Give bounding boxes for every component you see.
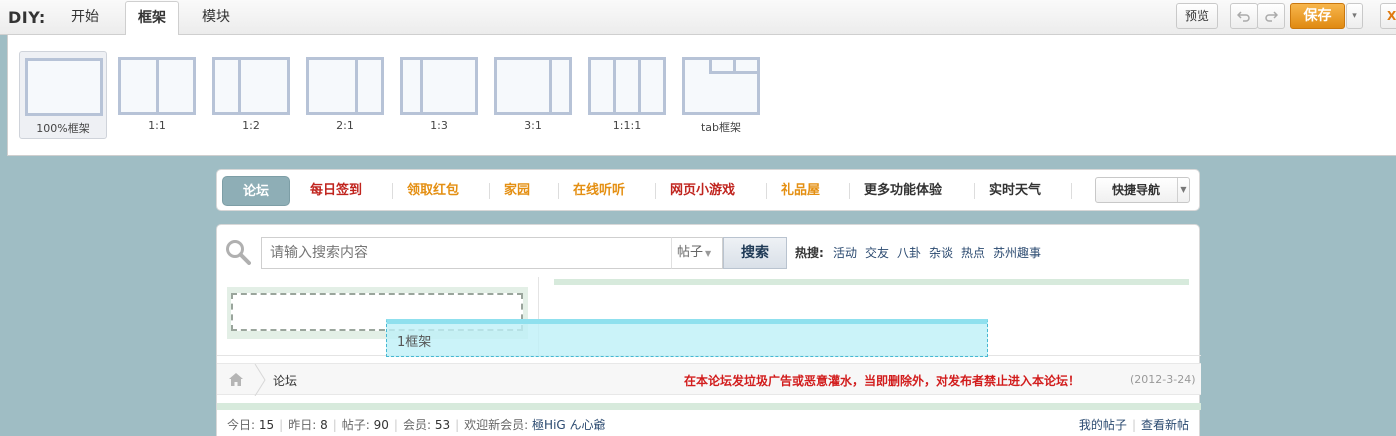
search-input[interactable] <box>261 237 671 269</box>
yesterday-value: 8 <box>320 418 328 432</box>
search-button[interactable]: 搜索 <box>723 237 787 269</box>
nav-separator <box>1071 183 1072 199</box>
quick-nav-label: 快捷导航 <box>1112 183 1161 197</box>
dragging-frame-ghost[interactable]: 1框架 <box>386 319 988 357</box>
save-menu-button[interactable]: ▾ <box>1346 3 1363 29</box>
hot-search-link[interactable]: 活动 <box>833 244 857 261</box>
hot-search-link[interactable]: 热点 <box>961 244 985 261</box>
forum-nav-bar: 论坛 每日签到 领取红包 家园 在线听听 网页小游戏 礼品屋 更多功能体验 实时… <box>216 169 1200 211</box>
search-icon <box>226 240 251 265</box>
hot-search-label: 热搜: <box>795 246 824 260</box>
nav-separator <box>766 183 767 199</box>
frame-caption: 100%框架 <box>36 122 90 135</box>
chevron-down-icon: ▼ <box>705 249 712 258</box>
tab-frame[interactable]: 框架 <box>125 1 179 36</box>
frame-caption: 1:2 <box>242 119 260 132</box>
frame-option-100[interactable]: 100%框架 <box>19 51 107 139</box>
undo-button[interactable] <box>1230 3 1258 29</box>
nav-item-online-listen[interactable]: 在线听听 <box>563 176 635 206</box>
preview-button[interactable]: 预览 <box>1176 3 1218 29</box>
breadcrumb: 论坛 在本论坛发垃圾广告或恶意灌水，当即删除外，对发布者禁止进入本论坛！ (20… <box>217 363 1201 396</box>
frame-caption: 3:1 <box>524 119 542 132</box>
frame-caption: 1:3 <box>430 119 448 132</box>
breadcrumb-separator-icon <box>254 364 266 396</box>
nav-item-gift-house[interactable]: 礼品屋 <box>771 176 830 206</box>
nav-item-daily-checkin[interactable]: 每日签到 <box>300 176 372 206</box>
frame-2-1-icon <box>306 57 384 115</box>
my-posts-link[interactable]: 我的帖子 <box>1079 418 1127 432</box>
hot-search-link[interactable]: 八卦 <box>897 244 921 261</box>
tab-module[interactable]: 模块 <box>190 1 242 35</box>
frame-caption: 1:1 <box>148 119 166 132</box>
nav-item-home[interactable]: 家园 <box>494 176 540 206</box>
nav-separator <box>974 183 975 199</box>
hot-search-link[interactable]: 交友 <box>865 244 889 261</box>
posts-value: 90 <box>373 418 389 432</box>
frame-option-3-1[interactable]: 3:1 <box>489 51 577 139</box>
home-icon[interactable] <box>229 373 243 386</box>
diy-drop-zone-right[interactable] <box>554 279 1189 285</box>
nav-separator <box>392 183 393 199</box>
frame-option-tab[interactable]: tab框架 <box>677 51 765 139</box>
notice-date: (2012-3-24) <box>1130 373 1196 386</box>
nav-item-red-packet[interactable]: 领取红包 <box>397 176 469 206</box>
hot-search-link[interactable]: 苏州趣事 <box>993 244 1041 261</box>
search-type-label: 帖子 <box>677 245 704 260</box>
forum-stats: 今日: 15 | 昨日: 8 | 帖子: 90 | 会员: 53 | 欢迎新会员: 極HiG ん… <box>227 418 606 432</box>
frame-option-2-1[interactable]: 2:1 <box>301 51 389 139</box>
frame-picker-panel: 100%框架 1:1 1:2 2:1 1:3 3:1 1:1:1 tab框架 <box>7 35 1396 156</box>
quick-nav-button[interactable]: 快捷导航 ▼ <box>1095 177 1190 203</box>
green-strip <box>217 403 1201 410</box>
yesterday-label: 昨日: <box>288 418 317 432</box>
search-type-select[interactable]: 帖子 ▼ <box>671 237 723 269</box>
frame-100-icon <box>25 58 103 116</box>
nav-separator <box>655 183 656 199</box>
frame-1-1-icon <box>118 57 196 115</box>
members-value: 53 <box>434 418 451 432</box>
nav-separator <box>489 183 490 199</box>
frame-tab-icon <box>682 57 760 115</box>
frame-caption: 1:1:1 <box>612 119 642 132</box>
frame-1-2-icon <box>212 57 290 115</box>
today-value: 15 <box>258 418 275 432</box>
chevron-down-icon: ▼ <box>1177 178 1189 202</box>
members-label: 会员: <box>402 418 432 432</box>
user-links: 我的帖子 | 查看新帖 <box>1078 418 1189 432</box>
hot-search-link[interactable]: 杂谈 <box>929 244 953 261</box>
nav-item-weather[interactable]: 实时天气 <box>979 176 1051 206</box>
frame-option-1-1-1[interactable]: 1:1:1 <box>583 51 671 139</box>
nav-item-web-games[interactable]: 网页小游戏 <box>660 176 745 206</box>
frame-option-1-2[interactable]: 1:2 <box>207 51 295 139</box>
diy-toolbar: DIY: 开始 框架 模块 预览 保存 ▾ X <box>0 0 1396 36</box>
new-posts-link[interactable]: 查看新帖 <box>1141 418 1189 432</box>
frame-caption: tab框架 <box>700 121 742 134</box>
frame-3-1-icon <box>494 57 572 115</box>
breadcrumb-forum-link[interactable]: 论坛 <box>273 372 297 389</box>
frame-option-1-3[interactable]: 1:3 <box>395 51 483 139</box>
forum-notice[interactable]: 在本论坛发垃圾广告或恶意灌水，当即删除外，对发布者禁止进入本论坛！ <box>684 372 1080 389</box>
undo-icon <box>1236 11 1250 22</box>
nav-item-more-features[interactable]: 更多功能体验 <box>854 176 952 206</box>
save-button[interactable]: 保存 <box>1290 3 1345 29</box>
tab-start[interactable]: 开始 <box>59 1 111 35</box>
redo-icon <box>1265 11 1279 22</box>
nav-separator <box>849 183 850 199</box>
close-diy-button[interactable]: X <box>1380 3 1396 29</box>
frame-caption: 2:1 <box>336 119 354 132</box>
redo-button[interactable] <box>1257 3 1285 29</box>
frame-option-1-1[interactable]: 1:1 <box>113 51 201 139</box>
nav-separator <box>558 183 559 199</box>
today-label: 今日: <box>227 418 256 432</box>
welcome-label: 欢迎新会员: <box>464 418 529 432</box>
new-member-link[interactable]: 極HiG ん心爺 <box>532 418 605 432</box>
dragging-frame-label: 1框架 <box>397 335 432 350</box>
diy-label: DIY: <box>8 8 46 27</box>
posts-label: 帖子: <box>341 418 370 432</box>
frame-1-3-icon <box>400 57 478 115</box>
nav-item-forum[interactable]: 论坛 <box>222 176 290 206</box>
frame-1-1-1-icon <box>588 57 666 115</box>
